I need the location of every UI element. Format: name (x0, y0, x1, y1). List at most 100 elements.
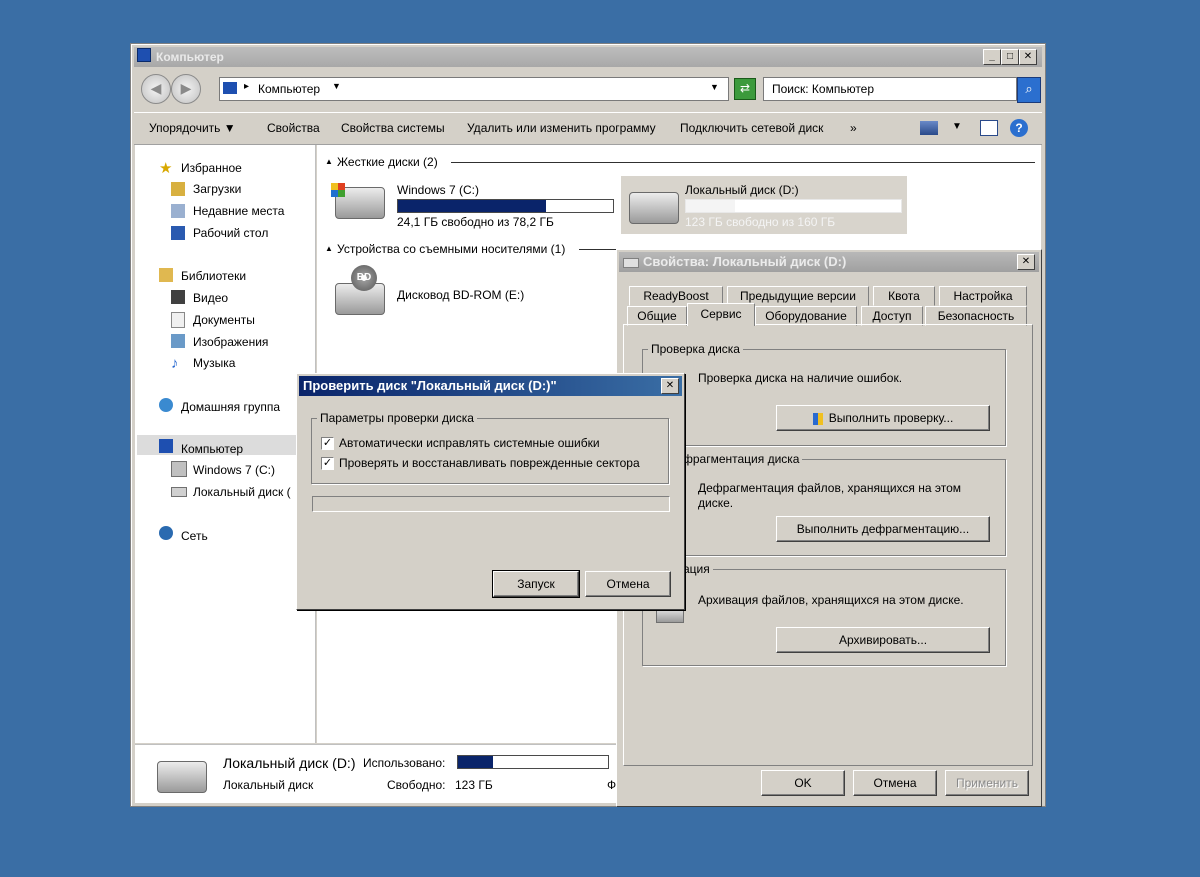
backup-description: Архивация файлов, хранящихся на этом дис… (698, 593, 964, 607)
nav-network[interactable]: Сеть (181, 529, 208, 543)
nav-homegroup[interactable]: Домашняя группа (181, 400, 280, 414)
tab-tools[interactable]: Сервис (687, 303, 755, 326)
explorer-titlebar[interactable]: Компьютер (134, 47, 1042, 67)
drive-d-free-text: 123 ГБ свободно из 160 ГБ (685, 215, 836, 229)
backup-button[interactable]: Архивировать... (776, 627, 990, 653)
removable-group-header[interactable]: Устройства со съемными носителями (1) (337, 242, 565, 256)
details-drive-type: Локальный диск (223, 778, 314, 792)
defrag-group-label: фрагментация диска (680, 452, 803, 466)
downloads-icon (171, 182, 185, 196)
address-dropdown-icon[interactable]: ▼ (710, 82, 719, 92)
details-drive-name: Локальный диск (D:) (223, 755, 356, 771)
run-check-button[interactable]: Выполнить проверку... (776, 405, 990, 431)
nav-desktop[interactable]: Рабочий стол (193, 226, 268, 240)
details-usage-bar (457, 755, 609, 769)
nav-documents[interactable]: Документы (193, 313, 255, 327)
nav-pictures[interactable]: Изображения (193, 335, 268, 349)
tab-customize[interactable]: Настройка (939, 286, 1027, 306)
start-button[interactable]: Запуск (492, 570, 580, 598)
scan-sectors-label[interactable]: Проверять и восстанавливать поврежденные… (339, 456, 640, 470)
drive-c-name: Windows 7 (C:) (397, 183, 480, 197)
check-disk-dialog: Проверить диск "Локальный диск (D:)" ✕ П… (296, 373, 685, 610)
hard-drive-icon (157, 761, 207, 793)
drive-icon (623, 258, 639, 268)
documents-icon (171, 312, 185, 328)
check-cancel-button[interactable]: Отмена (585, 571, 671, 597)
help-icon[interactable]: ? (1010, 119, 1028, 137)
check-progress-bar (312, 496, 670, 512)
back-button[interactable]: ◀ (141, 74, 171, 104)
tab-sharing[interactable]: Доступ (861, 306, 923, 326)
map-network-drive-button[interactable]: Подключить сетевой диск (680, 121, 823, 135)
details-free-label: Свободно: (387, 778, 446, 792)
drive-d-name: Локальный диск (D:) (685, 183, 799, 197)
nav-libraries[interactable]: Библиотеки (181, 269, 246, 283)
search-box[interactable]: Поиск: Компьютер (763, 77, 1017, 101)
hdd-group-header[interactable]: Жесткие диски (2) (337, 155, 438, 169)
drive-c-icon (171, 461, 187, 477)
tab-quota[interactable]: Квота (873, 286, 935, 306)
system-properties-button[interactable]: Свойства системы (341, 121, 445, 135)
drive-c-usage-bar (397, 199, 614, 213)
tab-hardware[interactable]: Оборудование (755, 306, 857, 326)
address-bar[interactable]: ▸ Компьютер ▼ ▼ (219, 77, 729, 101)
nav-downloads[interactable]: Загрузки (193, 182, 241, 196)
details-free-value: 123 ГБ (455, 778, 493, 792)
uninstall-program-button[interactable]: Удалить или изменить программу (467, 121, 656, 135)
nav-drive-c[interactable]: Windows 7 (C:) (193, 463, 275, 477)
drive-d-tile[interactable]: Локальный диск (D:) 123 ГБ свободно из 1… (621, 176, 907, 234)
nav-music[interactable]: Музыка (193, 356, 235, 370)
minimize-button[interactable]: _ (983, 49, 1001, 65)
collapse-icon[interactable]: ▲ (325, 244, 333, 253)
run-defrag-button[interactable]: Выполнить дефрагментацию... (776, 516, 990, 542)
view-options-icon[interactable] (920, 121, 938, 135)
bd-disc-icon: BD (351, 265, 377, 291)
auto-fix-checkbox[interactable]: ✓ (321, 437, 334, 450)
bd-rom-tile[interactable]: BD Дисковод BD-ROM (E:) (327, 257, 577, 317)
more-commands-button[interactable]: » (850, 121, 857, 135)
properties-button[interactable]: Свойства (267, 121, 320, 135)
tab-security[interactable]: Безопасность (925, 306, 1027, 326)
uac-shield-icon (812, 412, 823, 425)
video-icon (171, 290, 185, 304)
desktop-icon (171, 226, 185, 240)
nav-computer[interactable]: Компьютер (181, 442, 243, 456)
drive-c-tile[interactable]: Windows 7 (C:) 24,1 ГБ свободно из 78,2 … (327, 169, 617, 229)
check-disk-close-button[interactable]: ✕ (661, 378, 679, 394)
nav-drive-d[interactable]: Локальный диск ( (193, 485, 291, 499)
nav-recent[interactable]: Недавние места (193, 204, 284, 218)
nav-favorites[interactable]: Избранное (181, 161, 242, 175)
breadcrumb-arrow-icon[interactable]: ▸ (244, 81, 249, 92)
breadcrumb-computer[interactable]: Компьютер (258, 82, 320, 96)
preview-pane-icon[interactable] (980, 120, 998, 136)
details-usage-fill (458, 756, 493, 768)
apply-button[interactable]: Применить (945, 770, 1029, 796)
hard-drive-icon (629, 192, 679, 224)
drive-c-free-text: 24,1 ГБ свободно из 78,2 ГБ (397, 215, 554, 229)
properties-close-button[interactable]: ✕ (1017, 254, 1035, 270)
navigation-pane: ★ Избранное Загрузки Недавние места Рабо… (135, 145, 316, 743)
maximize-button[interactable]: □ (1001, 49, 1019, 65)
tab-general[interactable]: Общие (627, 306, 687, 326)
drive-d-usage-fill (686, 200, 736, 212)
check-options-group-label: Параметры проверки диска (317, 411, 477, 425)
ok-button[interactable]: OK (761, 770, 845, 796)
forward-button[interactable]: ▶ (171, 74, 201, 104)
collapse-icon[interactable]: ▲ (325, 157, 333, 166)
organize-button[interactable]: Упорядочить ▼ (149, 121, 236, 135)
nav-video[interactable]: Видео (193, 291, 228, 305)
check-disk-description: Проверка диска на наличие ошибок. (698, 371, 903, 385)
search-icon[interactable]: ⌕ (1017, 77, 1041, 103)
search-input[interactable]: Поиск: Компьютер (772, 82, 874, 96)
refresh-icon[interactable]: ⇄ (734, 78, 756, 100)
check-options-group (311, 418, 669, 484)
scan-sectors-checkbox[interactable]: ✓ (321, 457, 334, 470)
close-button[interactable]: ✕ (1019, 49, 1037, 65)
breadcrumb-chevron-icon[interactable]: ▼ (332, 81, 341, 91)
view-dropdown-icon[interactable]: ▼ (952, 121, 962, 132)
properties-titlebar[interactable]: Свойства: Локальный диск (D:) (619, 252, 1039, 272)
cancel-button[interactable]: Отмена (853, 770, 937, 796)
check-disk-titlebar[interactable]: Проверить диск "Локальный диск (D:)" (299, 376, 682, 396)
check-disk-group (642, 349, 1006, 446)
auto-fix-label[interactable]: Автоматически исправлять системные ошибк… (339, 436, 600, 450)
